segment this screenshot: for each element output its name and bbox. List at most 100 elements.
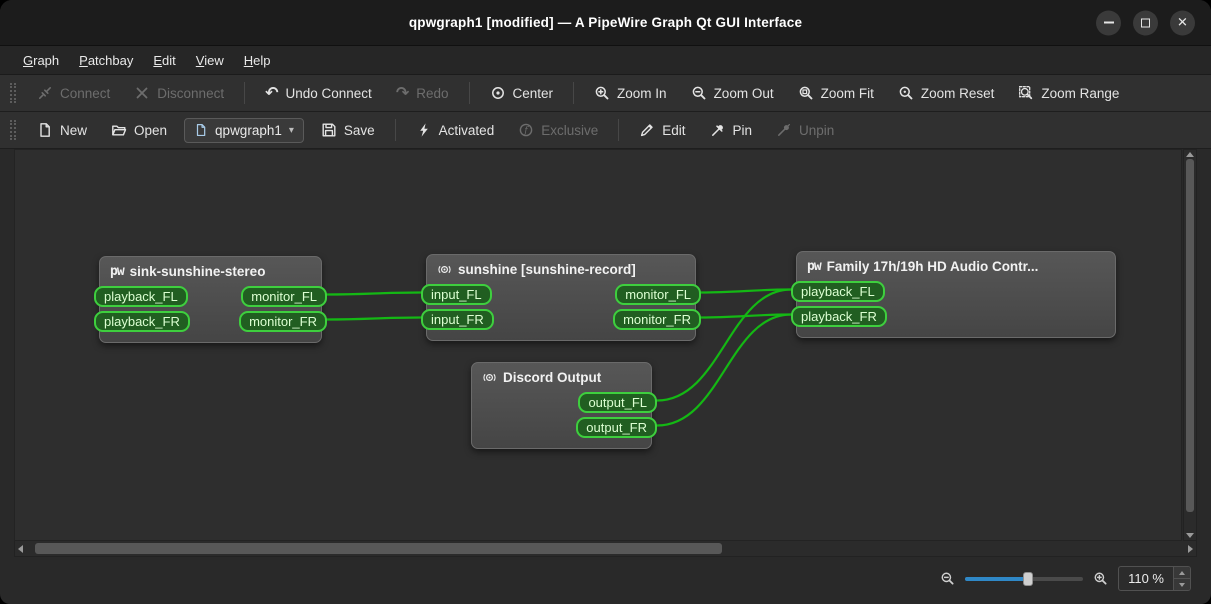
canvas-zone: pw sink-sunshine-stereo playback_FL moni… (14, 149, 1197, 541)
menu-patchbay[interactable]: Patchbay (70, 50, 142, 71)
port-in[interactable]: playback_FR (791, 306, 887, 327)
minimize-button[interactable] (1096, 10, 1121, 35)
redo-icon: ↷ (396, 86, 409, 100)
port-out[interactable]: output_FR (576, 417, 657, 438)
chevron-down-icon: ▾ (289, 125, 294, 136)
toolbar-drag-handle[interactable] (10, 120, 16, 140)
zoom-out-small-icon[interactable] (940, 571, 955, 586)
port-out[interactable]: monitor_FR (613, 309, 701, 330)
pipewire-icon: pw (807, 259, 821, 274)
exclusive-icon: f (518, 122, 534, 138)
port-out[interactable]: monitor_FL (241, 286, 327, 307)
new-file-icon (37, 122, 53, 138)
node-header[interactable]: pw sink-sunshine-stereo (100, 257, 321, 283)
port-in[interactable]: input_FR (421, 309, 494, 330)
unpin-button[interactable]: Unpin (765, 116, 845, 144)
zoom-slider-handle[interactable] (1023, 572, 1033, 586)
center-button[interactable]: Center (479, 79, 565, 107)
horizontal-scrollbar-thumb[interactable] (35, 543, 722, 554)
patchbay-select[interactable]: qpwgraph1 ▾ (184, 118, 304, 143)
menu-graph[interactable]: Graph (14, 50, 68, 71)
scroll-right-arrow[interactable] (1188, 545, 1193, 553)
window-controls: ✕ (1096, 10, 1195, 35)
node-sunshine[interactable]: sunshine [sunshine-record] input_FL moni… (426, 254, 696, 341)
redo-button[interactable]: ↷ Redo (385, 80, 460, 107)
toolbar-separator (395, 119, 396, 141)
node-header[interactable]: sunshine [sunshine-record] (427, 255, 695, 281)
node-title: Discord Output (503, 370, 601, 385)
save-button[interactable]: Save (310, 116, 386, 144)
menu-help[interactable]: Help (235, 50, 280, 71)
connection-edge (701, 290, 791, 293)
vertical-scrollbar[interactable] (1183, 149, 1197, 541)
node-title: sunshine [sunshine-record] (458, 262, 636, 277)
record-icon (437, 262, 452, 277)
menu-edit[interactable]: Edit (144, 50, 184, 71)
zoom-range-button[interactable]: Zoom Range (1007, 79, 1130, 107)
node-title: Family 17h/19h HD Audio Contr... (827, 259, 1039, 274)
pin-icon (710, 122, 726, 138)
zoom-reset-button[interactable]: Zoom Reset (887, 79, 1006, 107)
node-header[interactable]: Discord Output (472, 363, 651, 389)
node-header[interactable]: pw Family 17h/19h HD Audio Contr... (797, 252, 1115, 278)
port-in[interactable]: input_FL (421, 284, 492, 305)
toolbar-separator (469, 82, 470, 104)
toolbar-patchbay: New Open qpwgraph1 ▾ Save Activated f Ex… (0, 112, 1211, 149)
zoom-spin-down-button[interactable] (1174, 578, 1190, 590)
port-out[interactable]: monitor_FL (615, 284, 701, 305)
port-in[interactable]: playback_FL (94, 286, 188, 307)
toolbar-drag-handle[interactable] (10, 83, 16, 103)
toolbar-graph: Connect Disconnect ↶ Undo Connect ↷ Redo… (0, 75, 1211, 112)
center-icon (490, 85, 506, 101)
zoom-spinbox[interactable]: 110 % (1118, 566, 1191, 591)
zoom-slider-fill (965, 577, 1028, 581)
zoom-reset-icon (898, 85, 914, 101)
connection-lines (15, 150, 1182, 541)
node-family-audio-controller[interactable]: pw Family 17h/19h HD Audio Contr... play… (796, 251, 1116, 338)
node-discord-output[interactable]: Discord Output output_FL output_FR (471, 362, 652, 449)
port-out[interactable]: output_FL (578, 392, 657, 413)
zoom-fit-button[interactable]: Zoom Fit (787, 79, 885, 107)
node-title: sink-sunshine-stereo (130, 264, 266, 279)
connection-edge (327, 318, 421, 320)
undo-connect-button[interactable]: ↶ Undo Connect (254, 80, 383, 107)
statusbar: 110 % (0, 557, 1211, 604)
node-sink-sunshine-stereo[interactable]: pw sink-sunshine-stereo playback_FL moni… (99, 256, 322, 343)
save-icon (321, 122, 337, 138)
zoom-range-icon (1018, 85, 1034, 101)
minimize-icon (1104, 22, 1114, 24)
port-in[interactable]: playback_FL (791, 281, 885, 302)
zoom-spin-up-button[interactable] (1174, 567, 1190, 578)
edit-button[interactable]: Edit (628, 116, 696, 144)
connection-edge (701, 315, 791, 318)
vertical-scrollbar-thumb[interactable] (1186, 159, 1194, 512)
activated-button[interactable]: Activated (405, 116, 506, 144)
new-button[interactable]: New (26, 116, 98, 144)
disconnect-button[interactable]: Disconnect (123, 79, 235, 107)
spin-up-icon (1179, 571, 1185, 575)
connection-edge (327, 293, 421, 295)
horizontal-scrollbar[interactable] (14, 541, 1197, 557)
zoom-in-small-icon[interactable] (1093, 571, 1108, 586)
zoom-fit-icon (798, 85, 814, 101)
titlebar[interactable]: qpwgraph1 [modified] — A PipeWire Graph … (0, 0, 1211, 46)
zoom-out-icon (691, 85, 707, 101)
edit-pencil-icon (639, 122, 655, 138)
scroll-down-arrow[interactable] (1186, 533, 1194, 538)
zoom-in-button[interactable]: Zoom In (583, 79, 678, 107)
pipewire-icon: pw (110, 264, 124, 279)
toolbar-separator (244, 82, 245, 104)
zoom-out-button[interactable]: Zoom Out (680, 79, 785, 107)
port-in[interactable]: playback_FR (94, 311, 190, 332)
maximize-button[interactable] (1133, 10, 1158, 35)
exclusive-button[interactable]: f Exclusive (507, 116, 609, 144)
close-button[interactable]: ✕ (1170, 10, 1195, 35)
connect-button[interactable]: Connect (26, 79, 121, 107)
pin-button[interactable]: Pin (699, 116, 764, 144)
toolbar-separator (618, 119, 619, 141)
zoom-slider[interactable] (965, 577, 1083, 581)
open-button[interactable]: Open (100, 116, 178, 144)
menu-view[interactable]: View (187, 50, 233, 71)
port-out[interactable]: monitor_FR (239, 311, 327, 332)
graph-canvas[interactable]: pw sink-sunshine-stereo playback_FL moni… (14, 149, 1182, 541)
